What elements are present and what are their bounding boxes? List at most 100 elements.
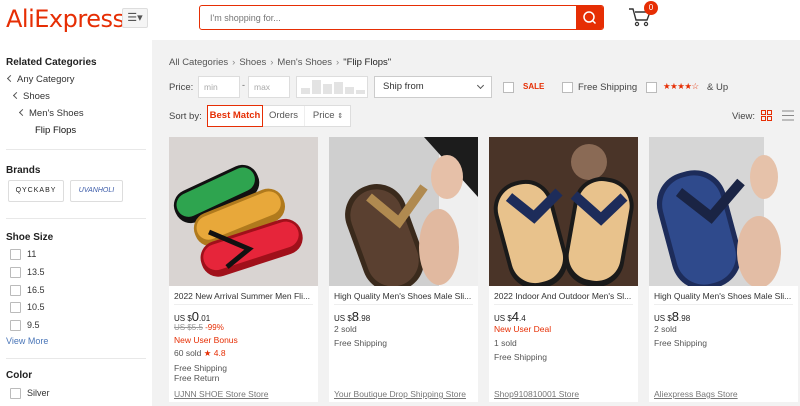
breadcrumb-item[interactable]: Shoes <box>239 57 266 68</box>
sort-orders[interactable]: Orders <box>263 106 305 126</box>
breadcrumb: All Categories › Shoes › Men's Shoes › "Flip F… <box>169 57 392 68</box>
aliexpress-logo[interactable]: AliExpress <box>6 5 125 33</box>
size-option[interactable]: 13.5 <box>10 267 45 279</box>
category-flip-flops: Flip Flops <box>35 125 77 136</box>
original-price: US $5.5 -99% <box>174 323 224 332</box>
product-image[interactable] <box>489 137 638 286</box>
store-link[interactable]: Shop910810001 Store <box>494 389 579 399</box>
view-label: View: <box>732 111 756 122</box>
brands-title: Brands <box>6 165 41 176</box>
shipping-info: Free Shipping <box>654 338 707 348</box>
product-title[interactable]: High Quality Men's Shoes Male Sli... <box>334 291 473 301</box>
product-card[interactable]: High Quality Men's Shoes Male Sli... US … <box>649 137 798 402</box>
top-header: AliExpress ☰▾ 0 <box>0 0 800 40</box>
checkbox[interactable] <box>10 302 21 314</box>
breadcrumb-item[interactable]: All Categories <box>169 57 228 68</box>
results-area: All Categories › Shoes › Men's Shoes › "Flip F… <box>152 40 800 406</box>
search-input[interactable] <box>200 6 578 29</box>
sold-count: 1 sold <box>494 338 517 348</box>
shoe-size-title: Shoe Size <box>6 232 54 243</box>
grid-view-icon[interactable] <box>761 110 772 121</box>
size-option[interactable]: 11 <box>10 249 36 261</box>
size-option[interactable]: 9.5 <box>10 320 40 332</box>
sort-label: Sort by: <box>169 111 202 122</box>
category-menu-button[interactable]: ☰▾ <box>122 8 148 28</box>
promo-label: New User Deal <box>494 324 552 334</box>
checkbox[interactable] <box>10 285 21 297</box>
brand-qyckaby[interactable]: QYCKABY <box>8 180 64 202</box>
chevron-left-icon <box>18 108 27 117</box>
checkbox[interactable] <box>10 388 21 400</box>
color-title: Color <box>6 370 33 381</box>
color-option[interactable]: Silver <box>10 388 50 400</box>
divider <box>6 149 146 150</box>
sold-count: 2 sold <box>654 324 677 334</box>
sort-best-match[interactable]: Best Match <box>207 105 263 127</box>
product-card[interactable]: 2022 Indoor And Outdoor Men's Sl... US $… <box>489 137 638 402</box>
product-title[interactable]: 2022 New Arrival Summer Men Fli... <box>174 291 313 301</box>
discount-badge: -99% <box>205 323 224 332</box>
search-bar <box>199 5 604 30</box>
divider <box>6 218 146 219</box>
price-range-histogram[interactable] <box>296 76 368 98</box>
free-shipping-checkbox[interactable] <box>562 82 573 93</box>
price-label: Price: <box>169 82 194 93</box>
chevron-left-icon <box>6 74 15 83</box>
chevron-down-icon <box>476 81 485 90</box>
product-title[interactable]: 2022 Indoor And Outdoor Men's Sl... <box>494 291 633 301</box>
promo-label: New User Bonus <box>174 335 238 345</box>
flip-flop-in-hand-photo <box>649 137 798 286</box>
sold-count: 2 sold <box>334 324 357 334</box>
flip-flops-photo <box>489 137 638 286</box>
list-view-icon[interactable] <box>782 110 794 121</box>
category-mens-shoes[interactable]: Men's Shoes <box>18 108 84 119</box>
divider <box>6 358 146 359</box>
sale-label: SALE <box>523 82 545 91</box>
search-button[interactable] <box>576 6 603 29</box>
flip-flops-photo <box>169 137 318 286</box>
checkbox[interactable] <box>10 267 21 279</box>
price-max-input[interactable]: max <box>248 76 290 98</box>
search-icon <box>583 11 597 25</box>
store-link[interactable]: Aliexpress Bags Store <box>654 389 738 399</box>
filter-sidebar: Related Categories Any Category Shoes Me… <box>0 40 152 406</box>
rating-and-up-label: & Up <box>707 82 729 93</box>
shipping-info: Free Shipping <box>334 338 387 348</box>
free-shipping-label: Free Shipping <box>578 82 638 93</box>
product-image[interactable] <box>169 137 318 286</box>
rating-value: ★ 4.8 <box>203 348 226 358</box>
category-any[interactable]: Any Category <box>6 74 75 85</box>
brand-uvanholi[interactable]: UVANHOLI <box>70 180 123 202</box>
price-min-input[interactable]: min <box>198 76 240 98</box>
product-card[interactable]: 2022 New Arrival Summer Men Fli... US $0… <box>169 137 318 402</box>
size-option[interactable]: 10.5 <box>10 302 45 314</box>
size-option[interactable]: 16.5 <box>10 285 45 297</box>
checkbox[interactable] <box>10 320 21 332</box>
shipping-info: Free Shipping <box>174 363 227 373</box>
flip-flop-in-hand-photo <box>329 137 478 286</box>
chevron-left-icon <box>12 91 21 100</box>
product-image[interactable] <box>649 137 798 286</box>
store-link[interactable]: UJNN SHOE Store Store <box>174 389 268 399</box>
sort-arrows-icon: ⇕ <box>337 113 344 120</box>
related-categories-title: Related Categories <box>6 57 97 68</box>
price-dash: - <box>242 80 245 90</box>
checkbox[interactable] <box>10 249 21 261</box>
shipping-info: Free Shipping <box>494 352 547 362</box>
product-image[interactable] <box>329 137 478 286</box>
sale-checkbox[interactable] <box>503 82 514 93</box>
breadcrumb-current: "Flip Flops" <box>343 57 392 68</box>
return-info: Free Return <box>174 373 220 383</box>
sort-options: Best Match Orders Price ⇕ <box>207 105 351 127</box>
category-shoes[interactable]: Shoes <box>12 91 50 102</box>
sort-price[interactable]: Price ⇕ <box>305 106 351 126</box>
rating-checkbox[interactable] <box>646 82 657 93</box>
product-card[interactable]: High Quality Men's Shoes Male Sli... US … <box>329 137 478 402</box>
cart-count-badge: 0 <box>644 1 658 15</box>
product-title[interactable]: High Quality Men's Shoes Male Sli... <box>654 291 793 301</box>
sold-count: 60 sold ★ 4.8 <box>174 348 226 358</box>
ship-from-select[interactable]: Ship from <box>374 76 492 98</box>
breadcrumb-item[interactable]: Men's Shoes <box>277 57 332 68</box>
store-link[interactable]: Your Boutique Drop Shipping Store <box>334 389 466 399</box>
view-more-link[interactable]: View More <box>6 336 48 346</box>
